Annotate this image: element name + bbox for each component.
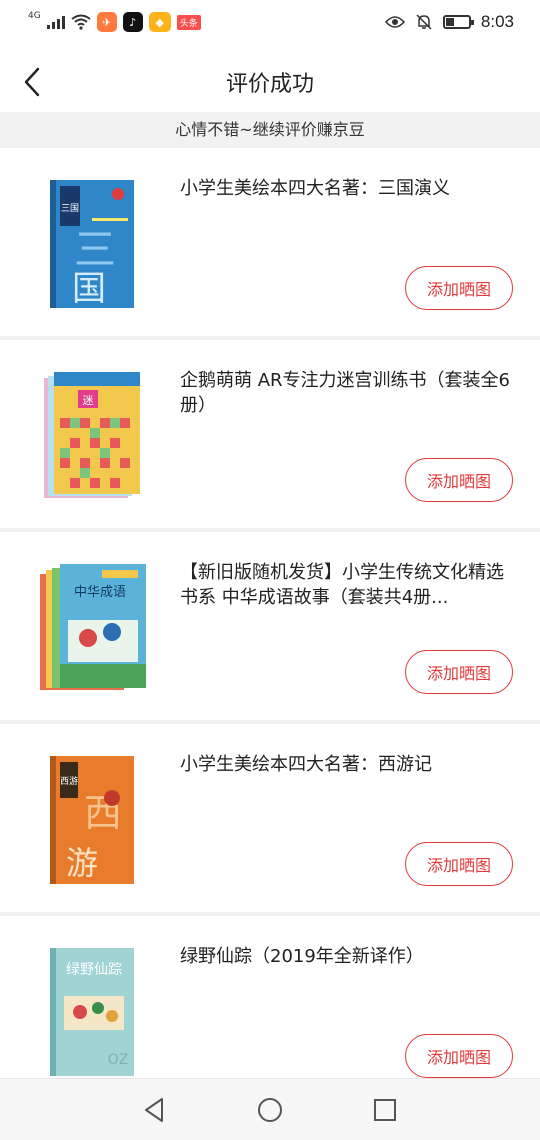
book-cover[interactable]: 中华成语: [40, 560, 146, 696]
system-nav-bar: [0, 1078, 540, 1140]
add-photo-button[interactable]: 添加晒图: [405, 1034, 513, 1078]
eye-icon: [384, 16, 405, 28]
product-item: 迷 企鹅萌萌 AR专注力迷宫训练书（套装全6册） 添加晒图: [0, 340, 540, 528]
add-photo-button[interactable]: 添加晒图: [405, 266, 513, 310]
svg-text:绿野仙踪: 绿野仙踪: [66, 962, 122, 978]
wifi-icon: [71, 14, 91, 30]
product-title[interactable]: 小学生美绘本四大名著：西游记: [180, 752, 510, 777]
app-badge: 头条: [176, 14, 201, 30]
battery-icon: [442, 15, 474, 29]
svg-text:三国: 三国: [61, 203, 79, 214]
page-title: 评价成功: [225, 72, 314, 97]
product-item: 西游 西 游 小学生美绘本四大名著：西游记 添加晒图: [0, 724, 540, 912]
svg-text:西游: 西游: [60, 775, 78, 787]
product-title[interactable]: 企鹅萌萌 AR专注力迷宫训练书（套装全6册）: [180, 368, 510, 418]
nav-back-button[interactable]: [137, 1093, 171, 1127]
triangle-back-icon: [145, 1098, 163, 1122]
subtitle-text: 心情不错~继续评价赚京豆: [175, 120, 365, 139]
product-title[interactable]: 小学生美绘本四大名著：三国演义: [180, 176, 510, 201]
square-recents-icon: [374, 1099, 396, 1121]
signal-icon: [46, 15, 65, 29]
product-item: 中华成语 【新旧版随机发货】小学生传统文化精选书系 中华成语故事（套装共4册..…: [0, 532, 540, 720]
product-item: 绿野仙踪 OZ 绿野仙踪（2019年全新译作） 添加晒图: [0, 916, 540, 1078]
header: 评价成功: [0, 44, 540, 120]
circle-home-icon: [258, 1098, 282, 1122]
status-bar: 4G ✈ ♪ ◆ 头条 8:03: [0, 0, 540, 44]
product-title[interactable]: 【新旧版随机发货】小学生传统文化精选书系 中华成语故事（套装共4册...: [180, 560, 510, 610]
svg-text:游: 游: [66, 844, 98, 882]
svg-text:OZ: OZ: [108, 1052, 129, 1068]
nav-home-button[interactable]: [253, 1093, 287, 1127]
add-photo-button[interactable]: 添加晒图: [405, 842, 513, 886]
product-title[interactable]: 绿野仙踪（2019年全新译作）: [180, 944, 510, 969]
product-list: 三国 三 国 小学生美绘本四大名著：三国演义 添加晒图 迷 企鹅萌萌 AR专注力…: [0, 148, 540, 1078]
mute-bell-icon: [416, 14, 432, 30]
nav-recents-button[interactable]: [368, 1093, 402, 1127]
status-right: 8:03: [384, 10, 514, 34]
clock: 8:03: [480, 12, 514, 31]
network-type: 4G: [28, 11, 41, 21]
book-cover[interactable]: 迷: [40, 368, 146, 504]
app-icon-orange: ✈: [96, 12, 117, 32]
app-icon-yellow: ◆: [148, 12, 171, 32]
svg-text:中华成语: 中华成语: [74, 585, 126, 600]
tiktok-icon: ♪: [122, 12, 143, 32]
book-cover[interactable]: 西游 西 游: [40, 752, 146, 888]
book-cover[interactable]: 三国 三 国: [40, 176, 146, 312]
add-photo-button[interactable]: 添加晒图: [405, 458, 513, 502]
svg-text:迷: 迷: [83, 394, 94, 407]
status-left: 4G ✈ ♪ ◆ 头条: [28, 10, 201, 34]
svg-text:国: 国: [72, 269, 106, 309]
svg-text:三: 三: [74, 225, 116, 274]
subtitle-bar: 心情不错~继续评价赚京豆: [0, 112, 540, 148]
product-item: 三国 三 国 小学生美绘本四大名著：三国演义 添加晒图: [0, 148, 540, 336]
book-cover[interactable]: 绿野仙踪 OZ: [40, 944, 146, 1078]
add-photo-button[interactable]: 添加晒图: [405, 650, 513, 694]
